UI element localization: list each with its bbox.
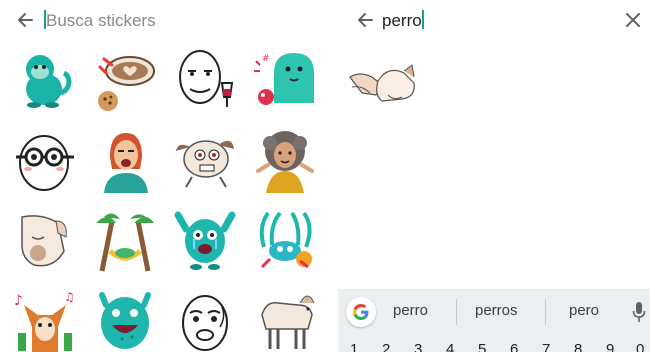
key-9[interactable]: 9 <box>606 341 614 352</box>
search-bar: perro <box>338 0 650 40</box>
key-8[interactable]: 8 <box>574 341 582 352</box>
search-bar: Busca stickers <box>0 0 330 40</box>
sticker-search-results-panel: perro perro perros pero 1 2 3 4 5 6 7 8 … <box>338 0 650 352</box>
sticker-sea-creature[interactable] <box>252 207 318 273</box>
text-caret <box>421 10 424 29</box>
svg-text:#: # <box>262 54 270 64</box>
key-3[interactable]: 3 <box>414 341 422 352</box>
search-input[interactable]: Busca stickers <box>44 10 156 31</box>
sticker-glasses-face[interactable] <box>12 127 78 193</box>
svg-text:♫: ♫ <box>64 290 75 304</box>
search-query: perro <box>382 11 422 30</box>
back-arrow-icon[interactable] <box>355 10 375 30</box>
back-arrow-icon[interactable] <box>15 10 35 30</box>
sticker-dog-bowing[interactable] <box>12 207 78 273</box>
sticker-teal-monster-crying[interactable] <box>172 207 238 273</box>
sticker-result-dog-hand-paw[interactable] <box>348 63 418 107</box>
sticker-monkey[interactable] <box>12 47 78 113</box>
sticker-meme-face-wine[interactable] <box>172 47 238 113</box>
key-5[interactable]: 5 <box>478 341 486 352</box>
close-icon[interactable] <box>624 11 642 29</box>
sticker-teal-monster[interactable]: # <box>252 47 318 113</box>
google-g-icon <box>353 304 369 320</box>
sticker-coffee-cookie[interactable] <box>92 47 158 113</box>
google-search-button[interactable] <box>346 297 376 327</box>
sticker-meme-face-2[interactable] <box>172 287 238 352</box>
key-1[interactable]: 1 <box>350 341 358 352</box>
sticker-dog-standing[interactable] <box>252 287 318 352</box>
microphone-icon[interactable] <box>632 300 646 324</box>
sticker-music-fox[interactable]: ♪ ♫ <box>12 287 78 352</box>
key-6[interactable]: 6 <box>510 341 518 352</box>
sticker-chameleon-hammock[interactable] <box>92 207 158 273</box>
sticker-teal-monster-laughing[interactable] <box>92 287 158 352</box>
search-input[interactable]: perro <box>382 10 424 31</box>
suggestion-divider <box>456 299 457 325</box>
suggestion-divider <box>545 299 546 325</box>
key-7[interactable]: 7 <box>542 341 550 352</box>
sticker-browser-panel: Busca stickers # ♪ ♫ <box>0 0 330 352</box>
sticker-yawning-woman[interactable] <box>92 127 158 193</box>
suggestion-3[interactable]: pero <box>569 301 599 321</box>
suggestion-1[interactable]: perro <box>393 301 428 321</box>
key-2[interactable]: 2 <box>382 341 390 352</box>
sticker-curly-hair-woman[interactable] <box>252 127 318 193</box>
keyboard-suggestion-strip: perro perros pero 1 2 3 4 5 6 7 8 9 0 <box>338 289 650 352</box>
sticker-surprised-dog[interactable] <box>172 127 238 193</box>
svg-text:♪: ♪ <box>14 293 23 309</box>
key-4[interactable]: 4 <box>446 341 454 352</box>
search-placeholder: Busca stickers <box>46 11 156 30</box>
suggestion-2[interactable]: perros <box>475 301 518 321</box>
key-0[interactable]: 0 <box>636 341 644 352</box>
